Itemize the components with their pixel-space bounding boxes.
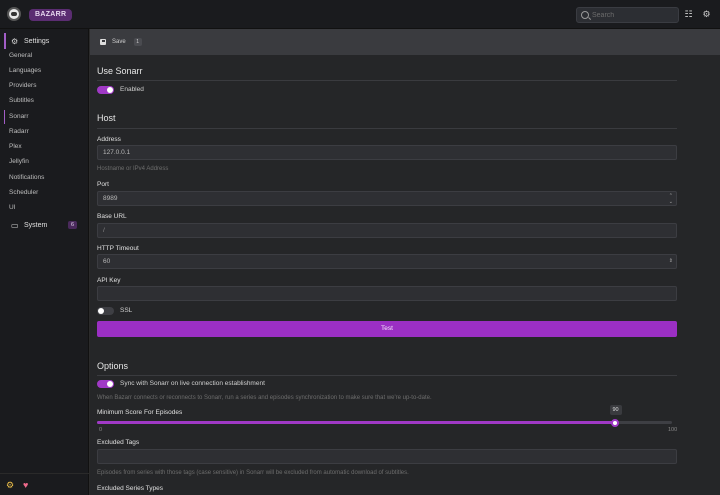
search-input[interactable]: [592, 10, 676, 21]
address-label: Address: [97, 136, 121, 143]
pending-changes-count: 1: [133, 38, 142, 46]
bazarr-logo-icon[interactable]: [7, 7, 21, 21]
slider-value-tooltip: 90: [609, 405, 622, 415]
port-stepper[interactable]: ⌃ ⌄: [669, 193, 673, 205]
address-hint: Hostname or IPv4 Address: [97, 166, 169, 172]
search-box[interactable]: [576, 7, 679, 23]
settings-toolbar: Save 1: [90, 29, 720, 55]
ssl-toggle[interactable]: [97, 307, 114, 315]
toggle-knob: [98, 308, 104, 314]
save-button[interactable]: Save 1: [100, 35, 142, 49]
sidebar-item-radarr[interactable]: Radarr: [0, 125, 89, 139]
port-input[interactable]: 8989 ⌃ ⌄: [97, 191, 677, 206]
address-input[interactable]: 127.0.0.1: [97, 145, 677, 160]
sidebar-section-settings[interactable]: ⚙ Settings: [0, 33, 89, 49]
slider-thumb[interactable]: [610, 418, 619, 427]
slider-max-label: 100: [668, 427, 678, 433]
app-header: BAZARR ☷ ⚙: [0, 0, 720, 29]
sidebar-item-ui[interactable]: UI: [0, 201, 89, 215]
sidebar-item-scheduler[interactable]: Scheduler: [0, 186, 89, 200]
http-timeout-label: HTTP Timeout: [97, 245, 139, 252]
toggle-knob: [107, 381, 113, 387]
sidebar-item-jellyfin[interactable]: Jellyfin: [0, 155, 89, 169]
divider: [97, 80, 677, 81]
excluded-series-types-label: Excluded Series Types: [97, 485, 163, 492]
test-button[interactable]: Test: [97, 321, 677, 337]
api-key-input[interactable]: [97, 286, 677, 301]
excluded-tags-input[interactable]: [97, 449, 677, 464]
sync-hint: When Bazarr connects or reconnects to So…: [97, 395, 432, 401]
slider-fill: [97, 421, 615, 424]
laptop-icon: ▭: [11, 220, 19, 230]
toggle-knob: [107, 87, 113, 93]
sync-label: Sync with Sonarr on live connection esta…: [120, 380, 265, 387]
excluded-tags-label: Excluded Tags: [97, 439, 140, 446]
search-icon: [581, 11, 589, 19]
brand-badge: BAZARR: [29, 9, 73, 21]
divider: [97, 128, 677, 129]
http-timeout-select[interactable]: 60 ⇕: [97, 254, 677, 269]
min-score-slider[interactable]: 90: [97, 405, 672, 427]
section-title-use-sonarr: Use Sonarr: [97, 66, 143, 76]
cog-icon[interactable]: ⚙: [6, 481, 14, 490]
section-title-options: Options: [97, 361, 129, 371]
enabled-label: Enabled: [120, 86, 144, 93]
sync-toggle[interactable]: [97, 380, 114, 388]
port-label: Port: [97, 181, 109, 188]
sidebar-item-general[interactable]: General: [0, 49, 89, 63]
base-url-input[interactable]: /: [97, 223, 677, 238]
excluded-tags-hint: Episodes from series with those tags (ca…: [97, 470, 409, 476]
list-check-icon[interactable]: ☷: [684, 10, 693, 19]
ssl-label: SSL: [120, 307, 133, 314]
api-key-label: API Key: [97, 277, 121, 284]
heart-icon[interactable]: ♥: [23, 481, 28, 490]
save-icon: [100, 39, 106, 45]
sidebar-item-sonarr[interactable]: Sonarr: [0, 110, 89, 124]
divider: [97, 375, 677, 376]
select-arrows-icon: ⇕: [668, 258, 673, 264]
sidebar-item-subtitles[interactable]: Subtitles: [0, 94, 89, 108]
section-title-host: Host: [97, 113, 116, 123]
base-url-label: Base URL: [97, 213, 127, 220]
slider-min-label: 0: [99, 427, 103, 433]
system-badge: 6: [68, 221, 77, 229]
sidebar-item-languages[interactable]: Languages: [0, 64, 89, 78]
sidebar-section-system[interactable]: ▭ System 6: [0, 217, 89, 233]
settings-sliders-icon: ⚙: [11, 36, 19, 46]
gear-icon[interactable]: ⚙: [702, 10, 711, 19]
min-score-label: Minimum Score For Episodes: [97, 409, 183, 416]
sidebar-item-notifications[interactable]: Notifications: [0, 171, 89, 185]
sidebar: ⚙ Settings General Languages Providers S…: [0, 29, 89, 495]
settings-content: Use Sonarr Enabled Host Address 127.0.0.…: [90, 55, 720, 495]
enabled-toggle[interactable]: [97, 86, 114, 94]
sidebar-footer: ⚙ ♥: [0, 473, 89, 495]
sidebar-item-providers[interactable]: Providers: [0, 79, 89, 93]
sidebar-item-plex[interactable]: Plex: [0, 140, 89, 154]
